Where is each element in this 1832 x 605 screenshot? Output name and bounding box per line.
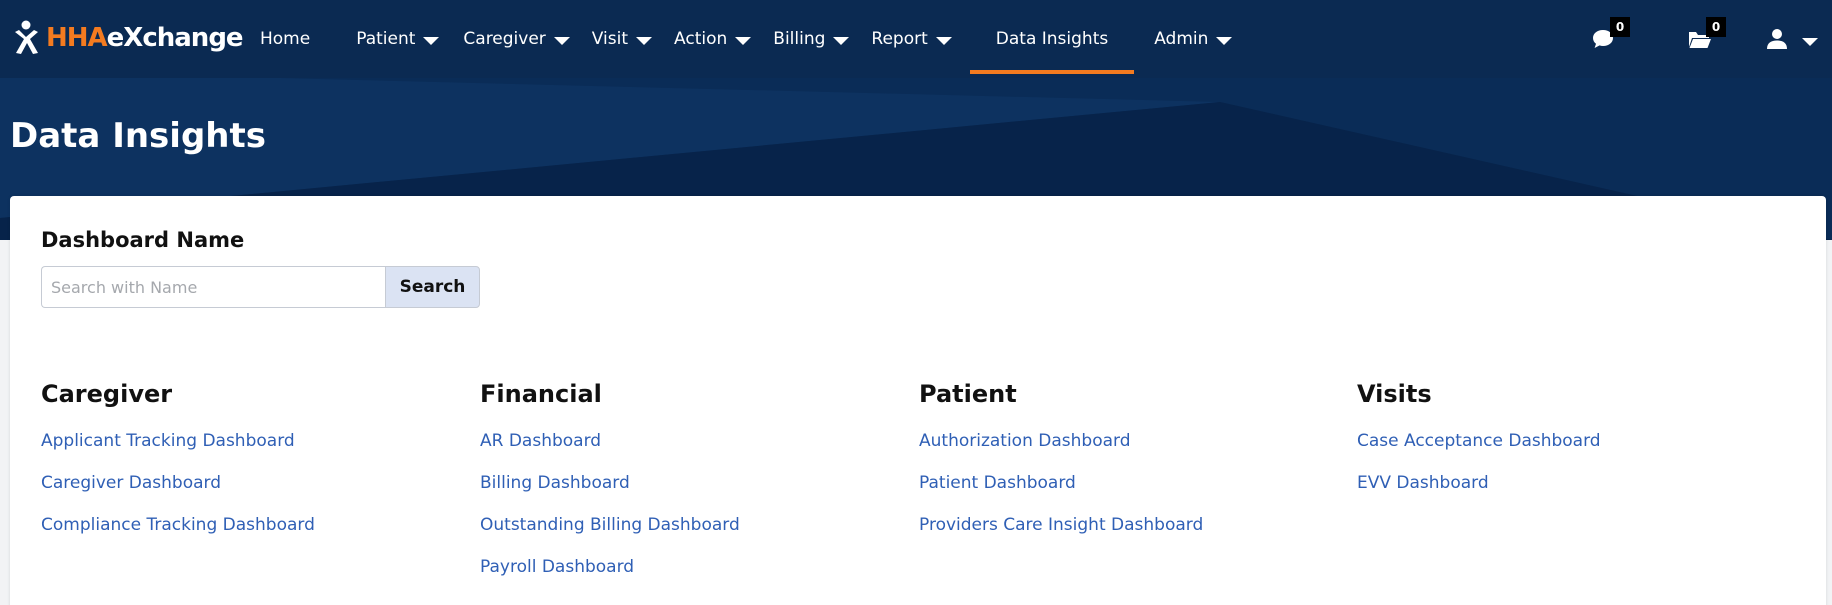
nav-patient-label: Patient [356,29,416,49]
nav-billing-label: Billing [773,29,826,49]
nav-patient[interactable]: Patient [356,0,440,78]
documents-button[interactable]: 0 [1688,17,1726,49]
dashboard-search-input[interactable] [41,266,385,308]
nav-caregiver-label: Caregiver [463,29,546,49]
nav-home[interactable]: Home [260,0,310,78]
dashboards-card: Dashboard Name Search Caregiver Applican… [10,196,1826,605]
logo-exchange-text: eXchange [106,23,244,53]
nav-action[interactable]: Action [674,0,752,78]
search-label: Dashboard Name [41,228,245,252]
dashboard-link[interactable]: AR Dashboard [480,430,900,452]
dashboard-link[interactable]: Compliance Tracking Dashboard [41,514,461,536]
caret-down-icon [833,36,850,45]
dashboard-link[interactable]: Caregiver Dashboard [41,472,461,494]
category-patient: Patient Authorization Dashboard Patient … [919,380,1339,556]
nav-visit-label: Visit [591,29,629,49]
dashboard-link[interactable]: Case Acceptance Dashboard [1357,430,1777,452]
user-icon [1767,29,1787,49]
nav-report-label: Report [871,29,928,49]
top-navbar: HHAeXchange Home Patient Caregiver Visit… [0,0,1832,78]
logo-person-icon [15,20,38,54]
caret-down-icon [735,36,752,45]
dashboard-link[interactable]: Providers Care Insight Dashboard [919,514,1339,536]
nav-visit[interactable]: Visit [591,0,653,78]
caret-down-icon [423,36,440,45]
logo-wordmark: HHAeXchange [46,23,244,53]
nav-utility-icons: 0 0 [1592,0,1832,78]
caret-down-icon [553,36,570,45]
nav-admin[interactable]: Admin [1154,0,1233,78]
nav-home-label: Home [260,29,311,49]
category-title: Financial [480,380,602,408]
messages-button[interactable]: 0 [1592,17,1630,49]
user-menu-caret-icon[interactable] [1802,38,1818,46]
category-title: Patient [919,380,1017,408]
messages-count-badge: 0 [1610,17,1630,37]
caret-down-icon [935,36,952,45]
category-caregiver: Caregiver Applicant Tracking Dashboard C… [41,380,461,556]
logo-hha-text: HHA [46,23,108,53]
main-menu: Home Patient Caregiver Visit Action Bill… [260,0,1233,78]
page-title: Data Insights [10,116,266,156]
caret-down-icon [636,36,653,45]
dashboard-link[interactable]: Authorization Dashboard [919,430,1339,452]
category-financial: Financial AR Dashboard Billing Dashboard… [480,380,900,598]
dashboard-link[interactable]: Payroll Dashboard [480,556,900,578]
nav-data-insights[interactable]: Data Insights [969,0,1135,78]
category-title: Visits [1357,380,1432,408]
documents-count-badge: 0 [1706,17,1726,37]
dashboard-link[interactable]: Applicant Tracking Dashboard [41,430,461,452]
user-menu-button[interactable] [1766,28,1788,50]
nav-billing[interactable]: Billing [773,0,850,78]
search-button[interactable]: Search [385,266,480,308]
nav-admin-label: Admin [1154,29,1209,49]
dashboard-link[interactable]: Patient Dashboard [919,472,1339,494]
category-title: Caregiver [41,380,173,408]
nav-caregiver[interactable]: Caregiver [463,0,570,78]
hhaexchange-logo[interactable]: HHAeXchange [12,18,244,58]
caret-down-icon [1216,36,1233,45]
nav-report[interactable]: Report [871,0,952,78]
dashboard-link[interactable]: Billing Dashboard [480,472,900,494]
dashboard-link[interactable]: EVV Dashboard [1357,472,1777,494]
nav-data-insights-label: Data Insights [995,29,1109,49]
dashboard-link[interactable]: Outstanding Billing Dashboard [480,514,900,536]
nav-action-label: Action [674,29,728,49]
category-visits: Visits Case Acceptance Dashboard EVV Das… [1357,380,1777,514]
